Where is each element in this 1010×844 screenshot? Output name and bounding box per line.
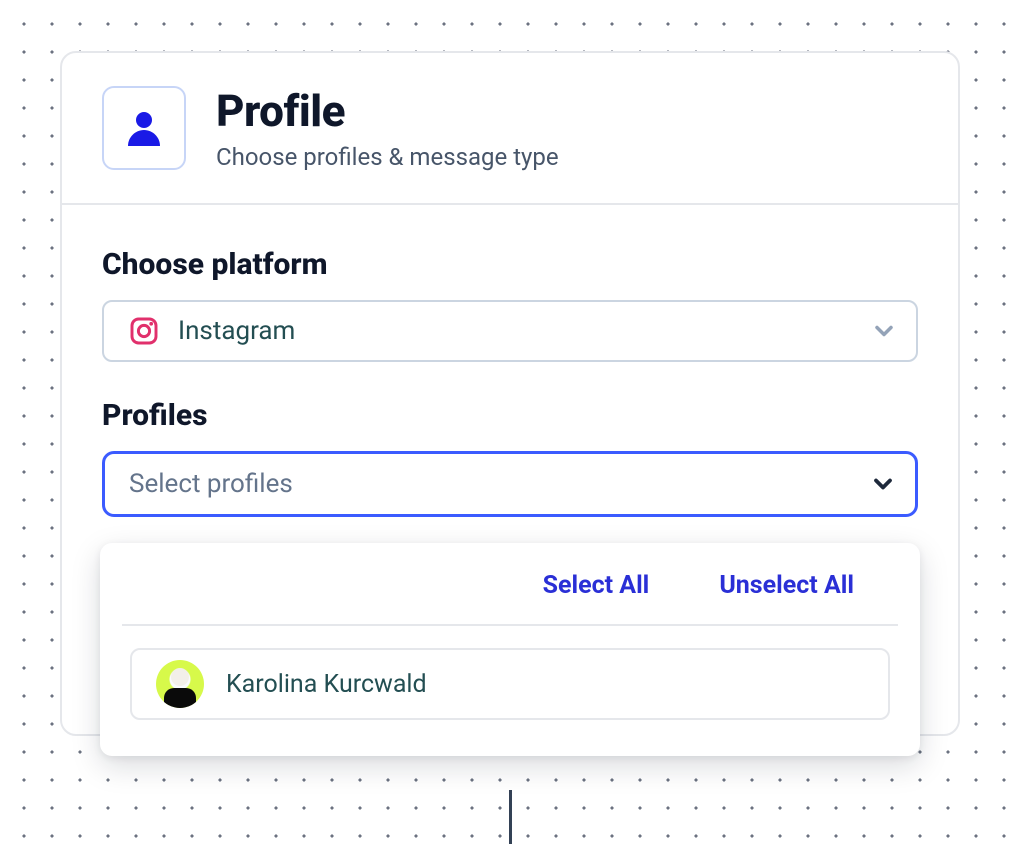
platform-select-value: Instagram: [178, 316, 852, 346]
chevron-down-icon: [869, 470, 897, 498]
profile-header-icon-frame: [102, 86, 186, 170]
platform-label: Choose platform: [102, 247, 918, 282]
profiles-select-placeholder: Select profiles: [129, 469, 851, 499]
profile-name: Karolina Kurcwald: [226, 670, 427, 699]
page-subtitle: Choose profiles & message type: [216, 143, 559, 171]
profiles-label: Profiles: [102, 398, 918, 433]
page-title: Profile: [216, 85, 559, 137]
avatar: [156, 660, 204, 708]
chevron-down-icon: [870, 317, 898, 345]
card-header: Profile Choose profiles & message type: [62, 53, 958, 205]
profiles-dropdown: Select All Unselect All Karolina Kurcwal…: [100, 543, 920, 756]
profiles-select[interactable]: Select profiles: [102, 451, 918, 517]
profile-option[interactable]: Karolina Kurcwald: [130, 648, 890, 720]
select-all-button[interactable]: Select All: [543, 571, 650, 600]
instagram-icon: [128, 315, 160, 347]
dropdown-actions: Select All Unselect All: [122, 571, 898, 626]
unselect-all-button[interactable]: Unselect All: [719, 571, 854, 600]
platform-select[interactable]: Instagram: [102, 300, 918, 362]
person-icon: [120, 104, 168, 152]
title-block: Profile Choose profiles & message type: [216, 85, 559, 171]
card-body: Choose platform Instagram Profiles Selec…: [62, 205, 958, 557]
connector-line: [509, 790, 512, 844]
spacer: [102, 362, 918, 398]
